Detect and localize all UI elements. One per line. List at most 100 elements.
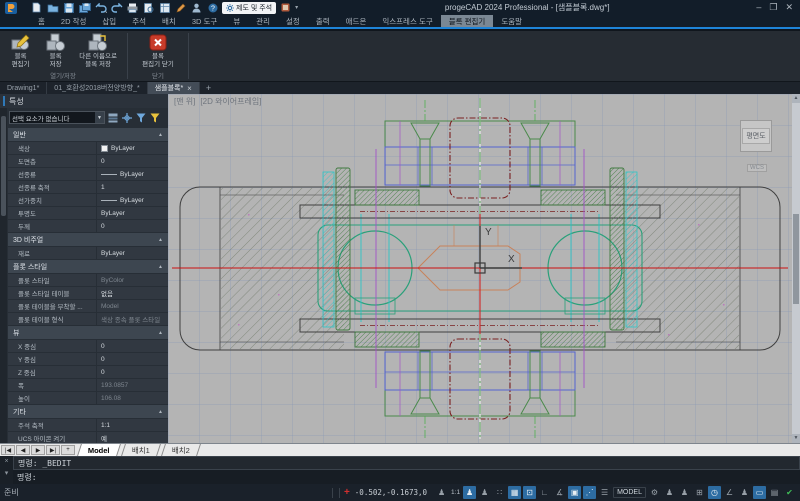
tab-output[interactable]: 출력 [308,15,338,27]
chevron-down-icon[interactable]: ▼ [95,112,104,123]
layout-tab-2[interactable]: 배치2 [160,444,201,456]
format-painter-icon[interactable] [174,2,187,14]
filter-icon[interactable] [135,112,147,124]
workspace-selector[interactable]: 제도 및 주석 [222,1,277,14]
section-plot-style[interactable]: 플롯 스타일 ▲ [8,260,168,273]
section-view[interactable]: 뷰 ▲ [8,326,168,339]
viewcube[interactable]: 평면도 [740,120,772,152]
block-editor-button[interactable]: 블록 편집기 [4,33,37,68]
qat-more-caret-icon[interactable]: ▾ [295,4,298,11]
viewport-controls[interactable]: [맨 위] [2D 와이어프레임] [174,96,261,107]
task-list-icon[interactable]: ▤ [768,486,781,499]
maximize-button[interactable]: ❐ [769,3,777,12]
collapse-icon: ▲ [158,329,163,336]
close-block-editor-button[interactable]: 블록 편집기 닫기 [133,33,183,68]
tab-annotate[interactable]: 주석 [124,15,154,27]
object-track-icon[interactable]: ⋰ [583,486,597,499]
viewport-view-label[interactable]: [맨 위] [174,96,195,107]
collaboration-icon[interactable]: ♟ [663,486,676,499]
help-icon[interactable]: ? [206,2,219,14]
block-save-button[interactable]: 블록 저장 [39,33,72,68]
section-3d-visual[interactable]: 3D 비주얼 ▲ [8,233,168,246]
new-file-icon[interactable] [30,2,43,14]
open-folder-icon[interactable] [46,2,59,14]
section-misc[interactable]: 기타 ▲ [8,405,168,418]
layout-nav-next[interactable]: ▶ [31,445,45,455]
redo-icon[interactable] [110,2,123,14]
block-save-as-button[interactable]: 다른 이름으로 블록 저장 [74,33,122,68]
lineweight-icon[interactable]: ☰ [598,486,611,499]
command-close-icon[interactable]: × [4,458,8,465]
wcs-menu[interactable]: WCS [747,164,767,172]
annotation-scale-value[interactable]: 1:1 [451,489,460,496]
tab-insert[interactable]: 삽입 [94,15,124,27]
object-snap-icon[interactable]: ▣ [568,486,582,499]
scroll-down-icon[interactable]: ▼ [792,434,800,443]
doc-tab-compat[interactable]: 01_호환성2018버전양방향_* [47,82,148,94]
save-icon[interactable] [62,2,75,14]
coordinates-readout[interactable]: -0.502,-0.1673,0 [355,488,427,497]
new-doc-tab-button[interactable]: + [200,82,217,94]
tab-2d-draw[interactable]: 2D 작성 [53,15,94,27]
properties-scrollbar-thumb[interactable] [1,116,6,216]
doc-tab-drawing1[interactable]: Drawing1* [0,82,48,94]
tab-manage[interactable]: 관리 [248,15,278,27]
model-space-toggle[interactable]: MODEL [613,487,646,498]
layer-list-icon[interactable] [107,112,119,124]
close-button[interactable]: ✕ [785,3,793,12]
quick-select-icon[interactable] [121,112,133,124]
polar-tracking-icon[interactable]: ∡ [553,486,566,499]
tab-express-tools[interactable]: 익스프레스 도구 [374,15,440,27]
annotation-visibility-icon[interactable]: ♟ [463,486,477,499]
tab-view[interactable]: 뷰 [225,15,248,27]
settings-gear-icon[interactable]: ⚙ [648,486,661,499]
windows-cascade-icon[interactable]: ⊞ [693,486,706,499]
tab-layout[interactable]: 배치 [154,15,184,27]
layout-tab-1[interactable]: 배치1 [120,444,161,456]
properties-scrollbar[interactable] [0,108,7,443]
print-preview-icon[interactable] [142,2,155,14]
layout-add-button[interactable]: + [61,445,75,455]
doc-tab-close-icon[interactable]: × [187,84,192,93]
tab-3d-tools[interactable]: 3D 도구 [184,15,225,27]
layout-nav-prev[interactable]: ◀ [16,445,30,455]
grid-icon[interactable]: ▦ [508,486,522,499]
section-general[interactable]: 일반 ▲ [8,128,168,141]
sheet-set-icon[interactable] [158,2,171,14]
canvas-scrollbar-thumb[interactable] [793,214,799,304]
time-icon[interactable]: ◷ [708,486,721,499]
status-ok-icon[interactable]: ✔ [783,486,796,499]
undo-icon[interactable] [94,2,107,14]
selection-combo[interactable]: 선택 요소가 없습니다 ▼ [9,111,105,124]
annotation-scale-icon[interactable]: ♟ [435,486,448,499]
command-expand-icon[interactable]: ▾ [5,469,9,477]
snap-icon[interactable]: ⊡ [523,486,537,499]
assist-icon[interactable]: ♟ [738,486,751,499]
layout-tab-model[interactable]: Model [77,444,121,456]
palette-icon[interactable] [279,2,292,14]
print-icon[interactable] [126,2,139,14]
digitizer-icon[interactable]: ∠ [723,486,736,499]
user-icon[interactable]: ♟ [678,486,691,499]
tab-help[interactable]: 도움말 [493,15,530,27]
canvas-scrollbar[interactable]: ▲ ▼ [792,94,800,443]
viewport-style-label[interactable]: [2D 와이어프레임] [200,96,261,107]
scroll-up-icon[interactable]: ▲ [792,94,800,103]
drawing-canvas[interactable]: Y X [맨 위] [2D 와이어프레임] 평면도 WCS ▲ ▼ [168,94,800,443]
tab-home[interactable]: 홈 [30,15,53,27]
tab-settings[interactable]: 설정 [278,15,308,27]
viewport-icon[interactable]: ▭ [753,486,766,499]
filter-apply-icon[interactable] [149,112,161,124]
layout-nav-last[interactable]: ▶| [46,445,60,455]
minimize-button[interactable]: – [756,3,761,12]
command-input[interactable]: 명령: [13,470,800,484]
ortho-icon[interactable]: ∟ [538,486,551,499]
snap-grid-dots-icon[interactable]: ∷ [493,486,506,499]
tab-block-editor[interactable]: 블록 편집기 [440,15,494,27]
layout-nav-first[interactable]: |◀ [1,445,15,455]
tab-addon[interactable]: 애드온 [338,15,375,27]
annotation-autoscale-icon[interactable]: ♟ [478,486,491,499]
save-all-icon[interactable] [78,2,91,14]
doc-tab-sample-block[interactable]: 샘플블록* × [147,82,200,94]
user-icon[interactable] [190,2,203,14]
